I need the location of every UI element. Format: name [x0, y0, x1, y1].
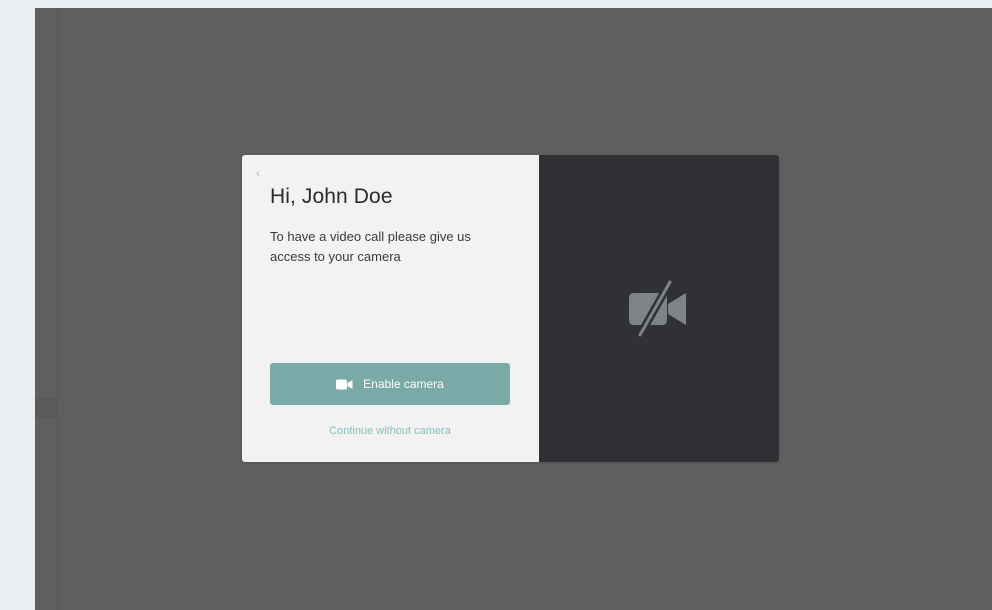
enable-camera-label: Enable camera	[363, 377, 444, 391]
back-button[interactable]: ‹	[256, 166, 268, 180]
modal-content-panel: ‹ Hi, John Doe To have a video call plea…	[242, 155, 539, 462]
modal-title: Hi, John Doe	[270, 185, 393, 208]
camera-permission-modal: ‹ Hi, John Doe To have a video call plea…	[242, 155, 779, 462]
top-strip	[35, 0, 992, 8]
backdrop-divider	[57, 8, 58, 610]
modal-description: To have a video call please give us acce…	[270, 229, 471, 264]
camera-preview-panel	[539, 155, 779, 462]
video-camera-off-icon	[628, 278, 688, 339]
left-gutter	[0, 0, 35, 610]
backdrop-side-tab	[35, 398, 57, 418]
enable-camera-button[interactable]: Enable camera	[270, 363, 510, 405]
continue-without-camera-link[interactable]: Continue without camera	[270, 425, 510, 437]
video-camera-icon	[336, 379, 353, 390]
